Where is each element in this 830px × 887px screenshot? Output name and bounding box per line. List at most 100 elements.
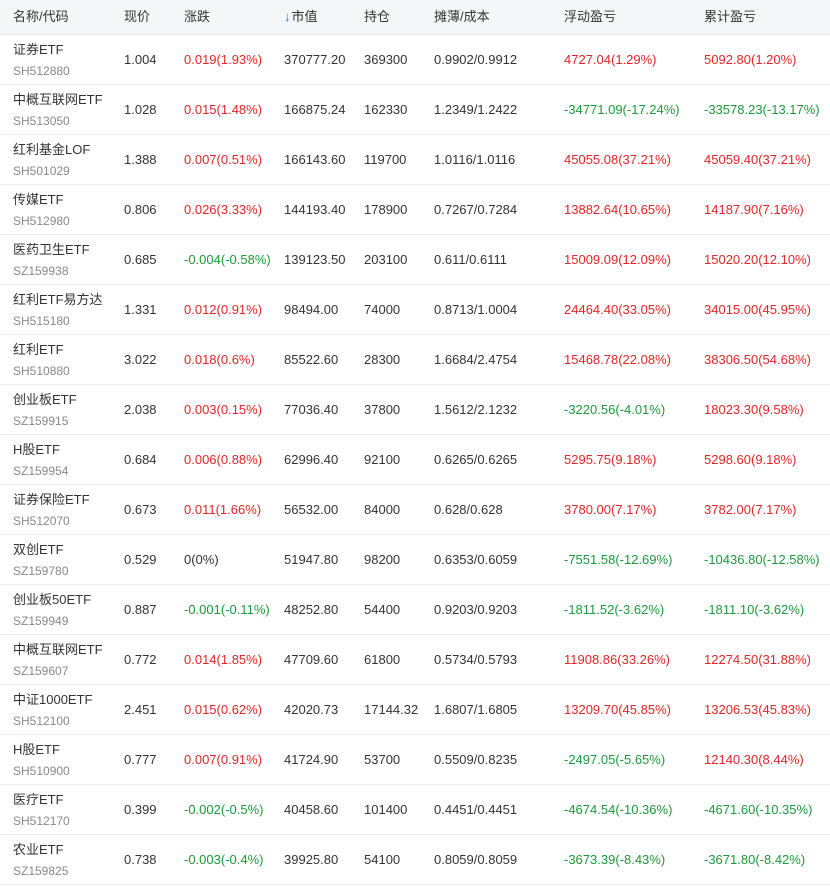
floating-pl-cell: 24464.40(33.05%) bbox=[564, 302, 671, 317]
cost-cell: 1.6807/1.6805 bbox=[434, 702, 518, 717]
position-cell: 101400 bbox=[364, 802, 408, 817]
fund-code: SZ159915 bbox=[13, 414, 69, 428]
fund-name[interactable]: 证券ETF bbox=[13, 41, 70, 59]
fund-code: SZ159938 bbox=[13, 264, 69, 278]
change-cell: -0.003(-0.4%) bbox=[184, 852, 264, 867]
fund-name[interactable]: 中概互联网ETF bbox=[13, 91, 103, 109]
header-market-value[interactable]: ↓市值 bbox=[284, 0, 318, 34]
floating-pl-cell: -4674.54(-10.36%) bbox=[564, 802, 673, 817]
fund-name[interactable]: 创业板ETF bbox=[13, 391, 77, 409]
table-row[interactable]: H股ETF SZ159954 0.684 0.006(0.88%) 62996.… bbox=[0, 435, 830, 485]
table-row[interactable]: 医疗ETF SH512170 0.399 -0.002(-0.5%) 40458… bbox=[0, 785, 830, 835]
change-cell: 0.011(1.66%) bbox=[184, 502, 262, 517]
floating-pl-cell: 5295.75(9.18%) bbox=[564, 452, 657, 467]
fund-code: SZ159780 bbox=[13, 564, 69, 578]
table-header: 名称/代码 现价 涨跌 ↓市值 持仓 摊薄/成本 浮动盈亏 累计盈亏 bbox=[0, 0, 830, 35]
table-row[interactable]: 创业板50ETF SZ159949 0.887 -0.001(-0.11%) 4… bbox=[0, 585, 830, 635]
fund-name[interactable]: 红利ETF bbox=[13, 341, 70, 359]
price-cell: 1.388 bbox=[124, 152, 157, 167]
header-price[interactable]: 现价 bbox=[124, 0, 150, 34]
table-row[interactable]: 双创ETF SZ159780 0.529 0(0%) 51947.80 9820… bbox=[0, 535, 830, 585]
fund-name[interactable]: 农业ETF bbox=[13, 841, 68, 859]
table-row[interactable]: H股ETF SH510900 0.777 0.007(0.91%) 41724.… bbox=[0, 735, 830, 785]
position-cell: 84000 bbox=[364, 502, 401, 517]
table-row[interactable]: 中概互联网ETF SZ159607 0.772 0.014(1.85%) 477… bbox=[0, 635, 830, 685]
fund-name[interactable]: 证券保险ETF bbox=[13, 491, 90, 509]
sort-arrow-down-icon: ↓ bbox=[284, 9, 291, 24]
market-value-cell: 40458.60 bbox=[284, 802, 339, 817]
cost-cell: 0.611/0.6111 bbox=[434, 252, 508, 267]
change-cell: 0.006(0.88%) bbox=[184, 452, 263, 467]
header-position[interactable]: 持仓 bbox=[364, 0, 390, 34]
fund-code: SH512170 bbox=[13, 814, 70, 828]
fund-code: SH512880 bbox=[13, 64, 70, 78]
header-name-code[interactable]: 名称/代码 bbox=[13, 0, 69, 34]
cumulative-pl-cell: 3782.00(7.17%) bbox=[704, 502, 797, 517]
header-change[interactable]: 涨跌 bbox=[184, 0, 210, 34]
fund-code: SH512100 bbox=[13, 714, 70, 728]
name-code-cell: 证券ETF SH512880 bbox=[13, 41, 70, 79]
cost-cell: 0.8713/1.0004 bbox=[434, 302, 518, 317]
fund-code: SZ159949 bbox=[13, 614, 69, 628]
cost-cell: 0.9203/0.9203 bbox=[434, 602, 518, 617]
change-cell: 0(0%) bbox=[184, 552, 219, 567]
cost-cell: 0.7267/0.7284 bbox=[434, 202, 518, 217]
market-value-cell: 39925.80 bbox=[284, 852, 339, 867]
header-cost[interactable]: 摊薄/成本 bbox=[434, 0, 490, 34]
name-code-cell: 中概互联网ETF SZ159607 bbox=[13, 641, 103, 679]
fund-name[interactable]: H股ETF bbox=[13, 741, 70, 759]
position-cell: 203100 bbox=[364, 252, 408, 267]
fund-code: SZ159607 bbox=[13, 664, 69, 678]
price-cell: 0.887 bbox=[124, 602, 157, 617]
header-market-value-label: 市值 bbox=[291, 9, 318, 24]
fund-name[interactable]: 医药卫生ETF bbox=[13, 241, 90, 259]
price-cell: 0.685 bbox=[124, 252, 157, 267]
table-row[interactable]: 创业板ETF SZ159915 2.038 0.003(0.15%) 77036… bbox=[0, 385, 830, 435]
cost-cell: 1.6684/2.4754 bbox=[434, 352, 518, 367]
change-cell: 0.003(0.15%) bbox=[184, 402, 263, 417]
fund-name[interactable]: 红利ETF易方达 bbox=[13, 291, 103, 309]
table-row[interactable]: 农业ETF SZ159825 0.738 -0.003(-0.4%) 39925… bbox=[0, 835, 830, 885]
position-cell: 98200 bbox=[364, 552, 401, 567]
name-code-cell: 中概互联网ETF SH513050 bbox=[13, 91, 103, 129]
price-cell: 1.004 bbox=[124, 52, 157, 67]
cumulative-pl-cell: 14187.90(7.16%) bbox=[704, 202, 804, 217]
fund-name[interactable]: H股ETF bbox=[13, 441, 68, 459]
change-cell: -0.002(-0.5%) bbox=[184, 802, 264, 817]
cumulative-pl-cell: 5298.60(9.18%) bbox=[704, 452, 797, 467]
cost-cell: 1.2349/1.2422 bbox=[434, 102, 518, 117]
table-row[interactable]: 中概互联网ETF SH513050 1.028 0.015(1.48%) 166… bbox=[0, 85, 830, 135]
table-row[interactable]: 医药卫生ETF SZ159938 0.685 -0.004(-0.58%) 13… bbox=[0, 235, 830, 285]
fund-code: SH510900 bbox=[13, 764, 70, 778]
fund-name[interactable]: 创业板50ETF bbox=[13, 591, 91, 609]
floating-pl-cell: 15009.09(12.09%) bbox=[564, 252, 671, 267]
table-row[interactable]: 红利基金LOF SH501029 1.388 0.007(0.51%) 1661… bbox=[0, 135, 830, 185]
header-cumulative-pl[interactable]: 累计盈亏 bbox=[704, 0, 756, 34]
cumulative-pl-cell: 12274.50(31.88%) bbox=[704, 652, 811, 667]
price-cell: 2.038 bbox=[124, 402, 157, 417]
fund-code: SZ159954 bbox=[13, 464, 69, 478]
fund-name[interactable]: 医疗ETF bbox=[13, 791, 70, 809]
name-code-cell: 红利基金LOF SH501029 bbox=[13, 141, 90, 179]
table-row[interactable]: 传媒ETF SH512980 0.806 0.026(3.33%) 144193… bbox=[0, 185, 830, 235]
fund-name[interactable]: 双创ETF bbox=[13, 541, 68, 559]
price-cell: 3.022 bbox=[124, 352, 157, 367]
floating-pl-cell: 13209.70(45.85%) bbox=[564, 702, 671, 717]
fund-name[interactable]: 红利基金LOF bbox=[13, 141, 90, 159]
table-row[interactable]: 红利ETF SH510880 3.022 0.018(0.6%) 85522.6… bbox=[0, 335, 830, 385]
price-cell: 0.673 bbox=[124, 502, 157, 517]
fund-name[interactable]: 传媒ETF bbox=[13, 191, 70, 209]
header-floating-pl[interactable]: 浮动盈亏 bbox=[564, 0, 616, 34]
table-row[interactable]: 证券保险ETF SH512070 0.673 0.011(1.66%) 5653… bbox=[0, 485, 830, 535]
cumulative-pl-cell: 5092.80(1.20%) bbox=[704, 52, 797, 67]
fund-name[interactable]: 中概互联网ETF bbox=[13, 641, 103, 659]
cost-cell: 0.4451/0.4451 bbox=[434, 802, 518, 817]
position-cell: 369300 bbox=[364, 52, 408, 67]
change-cell: 0.014(1.85%) bbox=[184, 652, 263, 667]
cumulative-pl-cell: 45059.40(37.21%) bbox=[704, 152, 811, 167]
table-row[interactable]: 中证1000ETF SH512100 2.451 0.015(0.62%) 42… bbox=[0, 685, 830, 735]
table-row[interactable]: 红利ETF易方达 SH515180 1.331 0.012(0.91%) 984… bbox=[0, 285, 830, 335]
table-row[interactable]: 证券ETF SH512880 1.004 0.019(1.93%) 370777… bbox=[0, 35, 830, 85]
fund-name[interactable]: 中证1000ETF bbox=[13, 691, 92, 709]
price-cell: 0.806 bbox=[124, 202, 157, 217]
